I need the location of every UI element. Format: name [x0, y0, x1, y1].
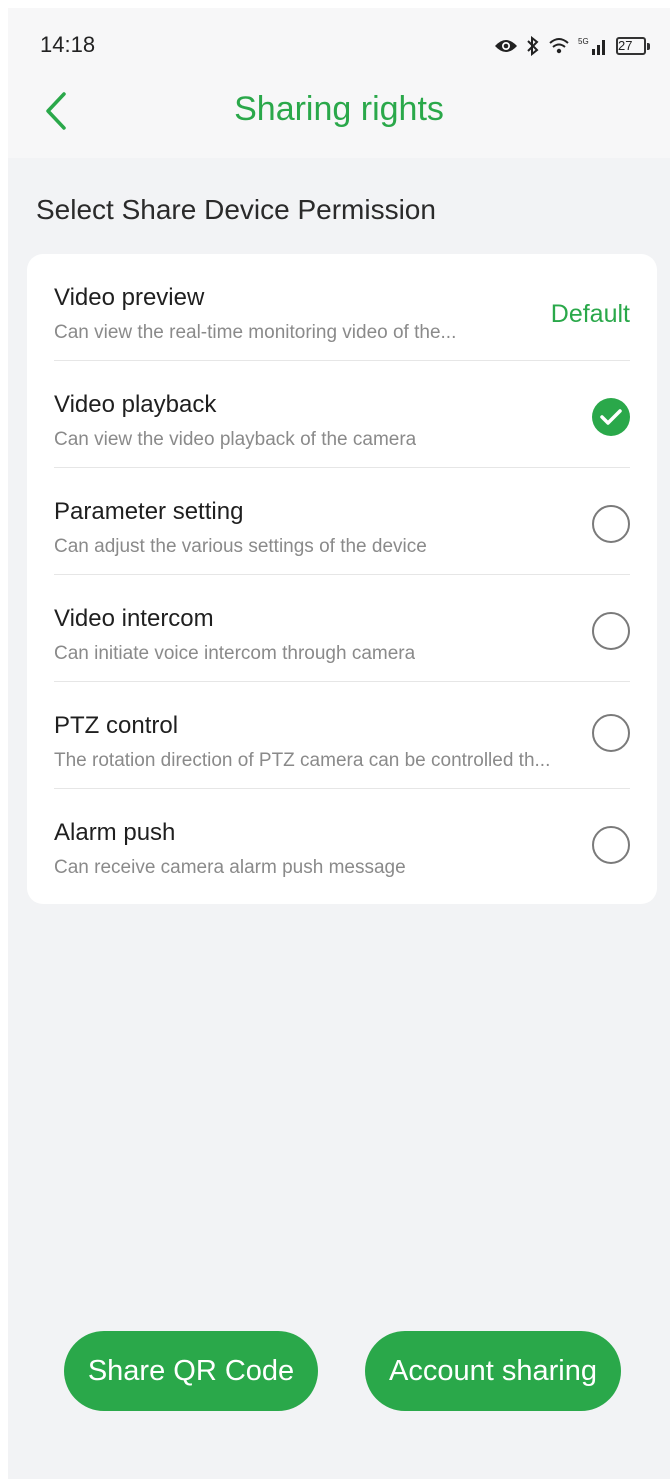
radio-unchecked-icon[interactable]	[592, 505, 630, 543]
default-label: Default	[550, 300, 630, 328]
permission-row-video-playback[interactable]: Video playback Can view the video playba…	[54, 361, 630, 468]
permission-row-ptz-control[interactable]: PTZ control The rotation direction of PT…	[54, 682, 630, 789]
radio-unchecked-icon[interactable]	[592, 612, 630, 650]
permission-row-alarm-push[interactable]: Alarm push Can receive camera alarm push…	[54, 789, 630, 896]
network-label: 5G	[578, 37, 589, 46]
permission-title: Video intercom	[54, 605, 214, 632]
page-title: Sharing rights	[234, 90, 444, 128]
permission-description: The rotation direction of PTZ camera can…	[54, 750, 551, 771]
section-title: Select Share Device Permission	[36, 194, 436, 225]
wifi-icon	[548, 37, 570, 55]
battery-icon: 27	[616, 37, 650, 55]
permission-title: Video playback	[54, 391, 217, 418]
permissions-card: Video preview Can view the real-time mon…	[27, 254, 657, 904]
checked-icon[interactable]	[592, 398, 630, 436]
permission-description: Can initiate voice intercom through came…	[54, 643, 416, 664]
account-sharing-button[interactable]: Account sharing	[365, 1331, 621, 1411]
screen: 14:18 5G 27 Sharing rights Select Share …	[8, 8, 670, 1479]
permission-description: Can view the real-time monitoring video …	[54, 322, 457, 343]
radio-unchecked-icon[interactable]	[592, 714, 630, 752]
eye-icon	[494, 38, 518, 54]
bluetooth-icon	[526, 36, 540, 56]
permission-title: PTZ control	[54, 712, 179, 739]
permission-description: Can receive camera alarm push message	[54, 857, 406, 878]
share-qr-code-button[interactable]: Share QR Code	[64, 1331, 318, 1411]
top-bar: 14:18 5G 27 Sharing rights	[8, 8, 670, 158]
permission-title: Alarm push	[54, 819, 176, 846]
radio-unchecked-icon[interactable]	[592, 826, 630, 864]
permission-row-video-intercom[interactable]: Video intercom Can initiate voice interc…	[54, 575, 630, 682]
permission-title: Parameter setting	[54, 498, 244, 525]
status-time: 14:18	[40, 32, 96, 57]
permission-row-video-preview[interactable]: Video preview Can view the real-time mon…	[54, 254, 630, 361]
permission-row-parameter-setting[interactable]: Parameter setting Can adjust the various…	[54, 468, 630, 575]
status-icons: 5G 27	[494, 34, 650, 58]
permission-description: Can adjust the various settings of the d…	[54, 536, 427, 557]
permission-description: Can view the video playback of the camer…	[54, 429, 417, 450]
signal-icon: 5G	[578, 36, 608, 56]
permission-title: Video preview	[54, 284, 205, 311]
